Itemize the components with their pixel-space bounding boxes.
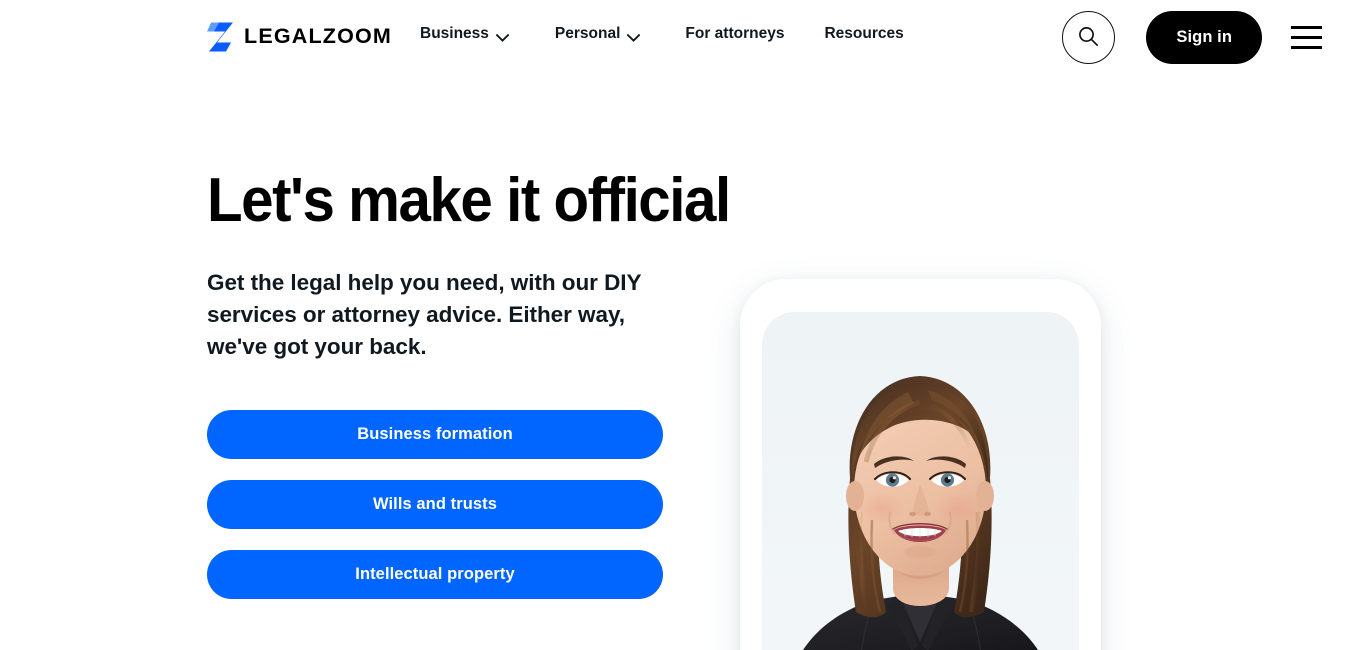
- nav-item-for-attorneys-label: For attorneys: [685, 25, 785, 42]
- chevron-down-icon: [495, 30, 510, 42]
- hero-content: Let's make it official Get the legal hel…: [207, 166, 731, 599]
- page-title: Let's make it official: [207, 166, 731, 235]
- header-actions: Sign in: [1062, 11, 1325, 64]
- nav-item-resources-label: Resources: [824, 25, 904, 42]
- cta-intellectual-property[interactable]: Intellectual property: [207, 549, 663, 599]
- cta-business-formation[interactable]: Business formation: [207, 409, 663, 459]
- phone-screen: [762, 312, 1079, 650]
- hero-subheadline: Get the legal help you need, with our DI…: [207, 270, 642, 359]
- brand-logo-link[interactable]: LEGALZOOM: [207, 20, 392, 53]
- nav-item-resources[interactable]: Resources: [824, 26, 903, 42]
- search-button[interactable]: [1062, 11, 1116, 64]
- nav-item-for-attorneys[interactable]: For attorneys: [685, 26, 784, 42]
- site-header: LEGALZOOM Business Personal For attorney…: [0, 0, 1345, 75]
- nav-item-personal[interactable]: Personal: [554, 25, 641, 42]
- nav-item-business-label: Business: [420, 25, 489, 42]
- sign-in-button[interactable]: Sign in: [1146, 11, 1262, 64]
- brand-wordmark: LEGALZOOM: [244, 23, 392, 48]
- legalzoom-homepage: LEGALZOOM Business Personal For attorney…: [0, 0, 1345, 650]
- hamburger-menu-icon-bar: [1291, 45, 1322, 49]
- hero-phone-mockup: [740, 279, 1101, 650]
- cta-wills-and-trusts[interactable]: Wills and trusts: [207, 479, 663, 529]
- nav-item-business[interactable]: Business: [420, 25, 510, 42]
- attorney-portrait-photo: [762, 312, 1079, 650]
- hamburger-menu-button[interactable]: [1291, 21, 1325, 55]
- search-icon: [1076, 24, 1101, 52]
- nav-item-personal-label: Personal: [554, 25, 621, 42]
- hamburger-menu-icon-bar: [1291, 35, 1322, 40]
- primary-navigation: Business Personal For attorneys Resource…: [420, 26, 904, 42]
- legalzoom-z-logo-icon: [207, 20, 234, 53]
- chevron-down-icon: [627, 30, 641, 42]
- hero-cta-list: Business formation Wills and trusts Inte…: [207, 409, 677, 599]
- hamburger-menu-icon: [1291, 26, 1322, 30]
